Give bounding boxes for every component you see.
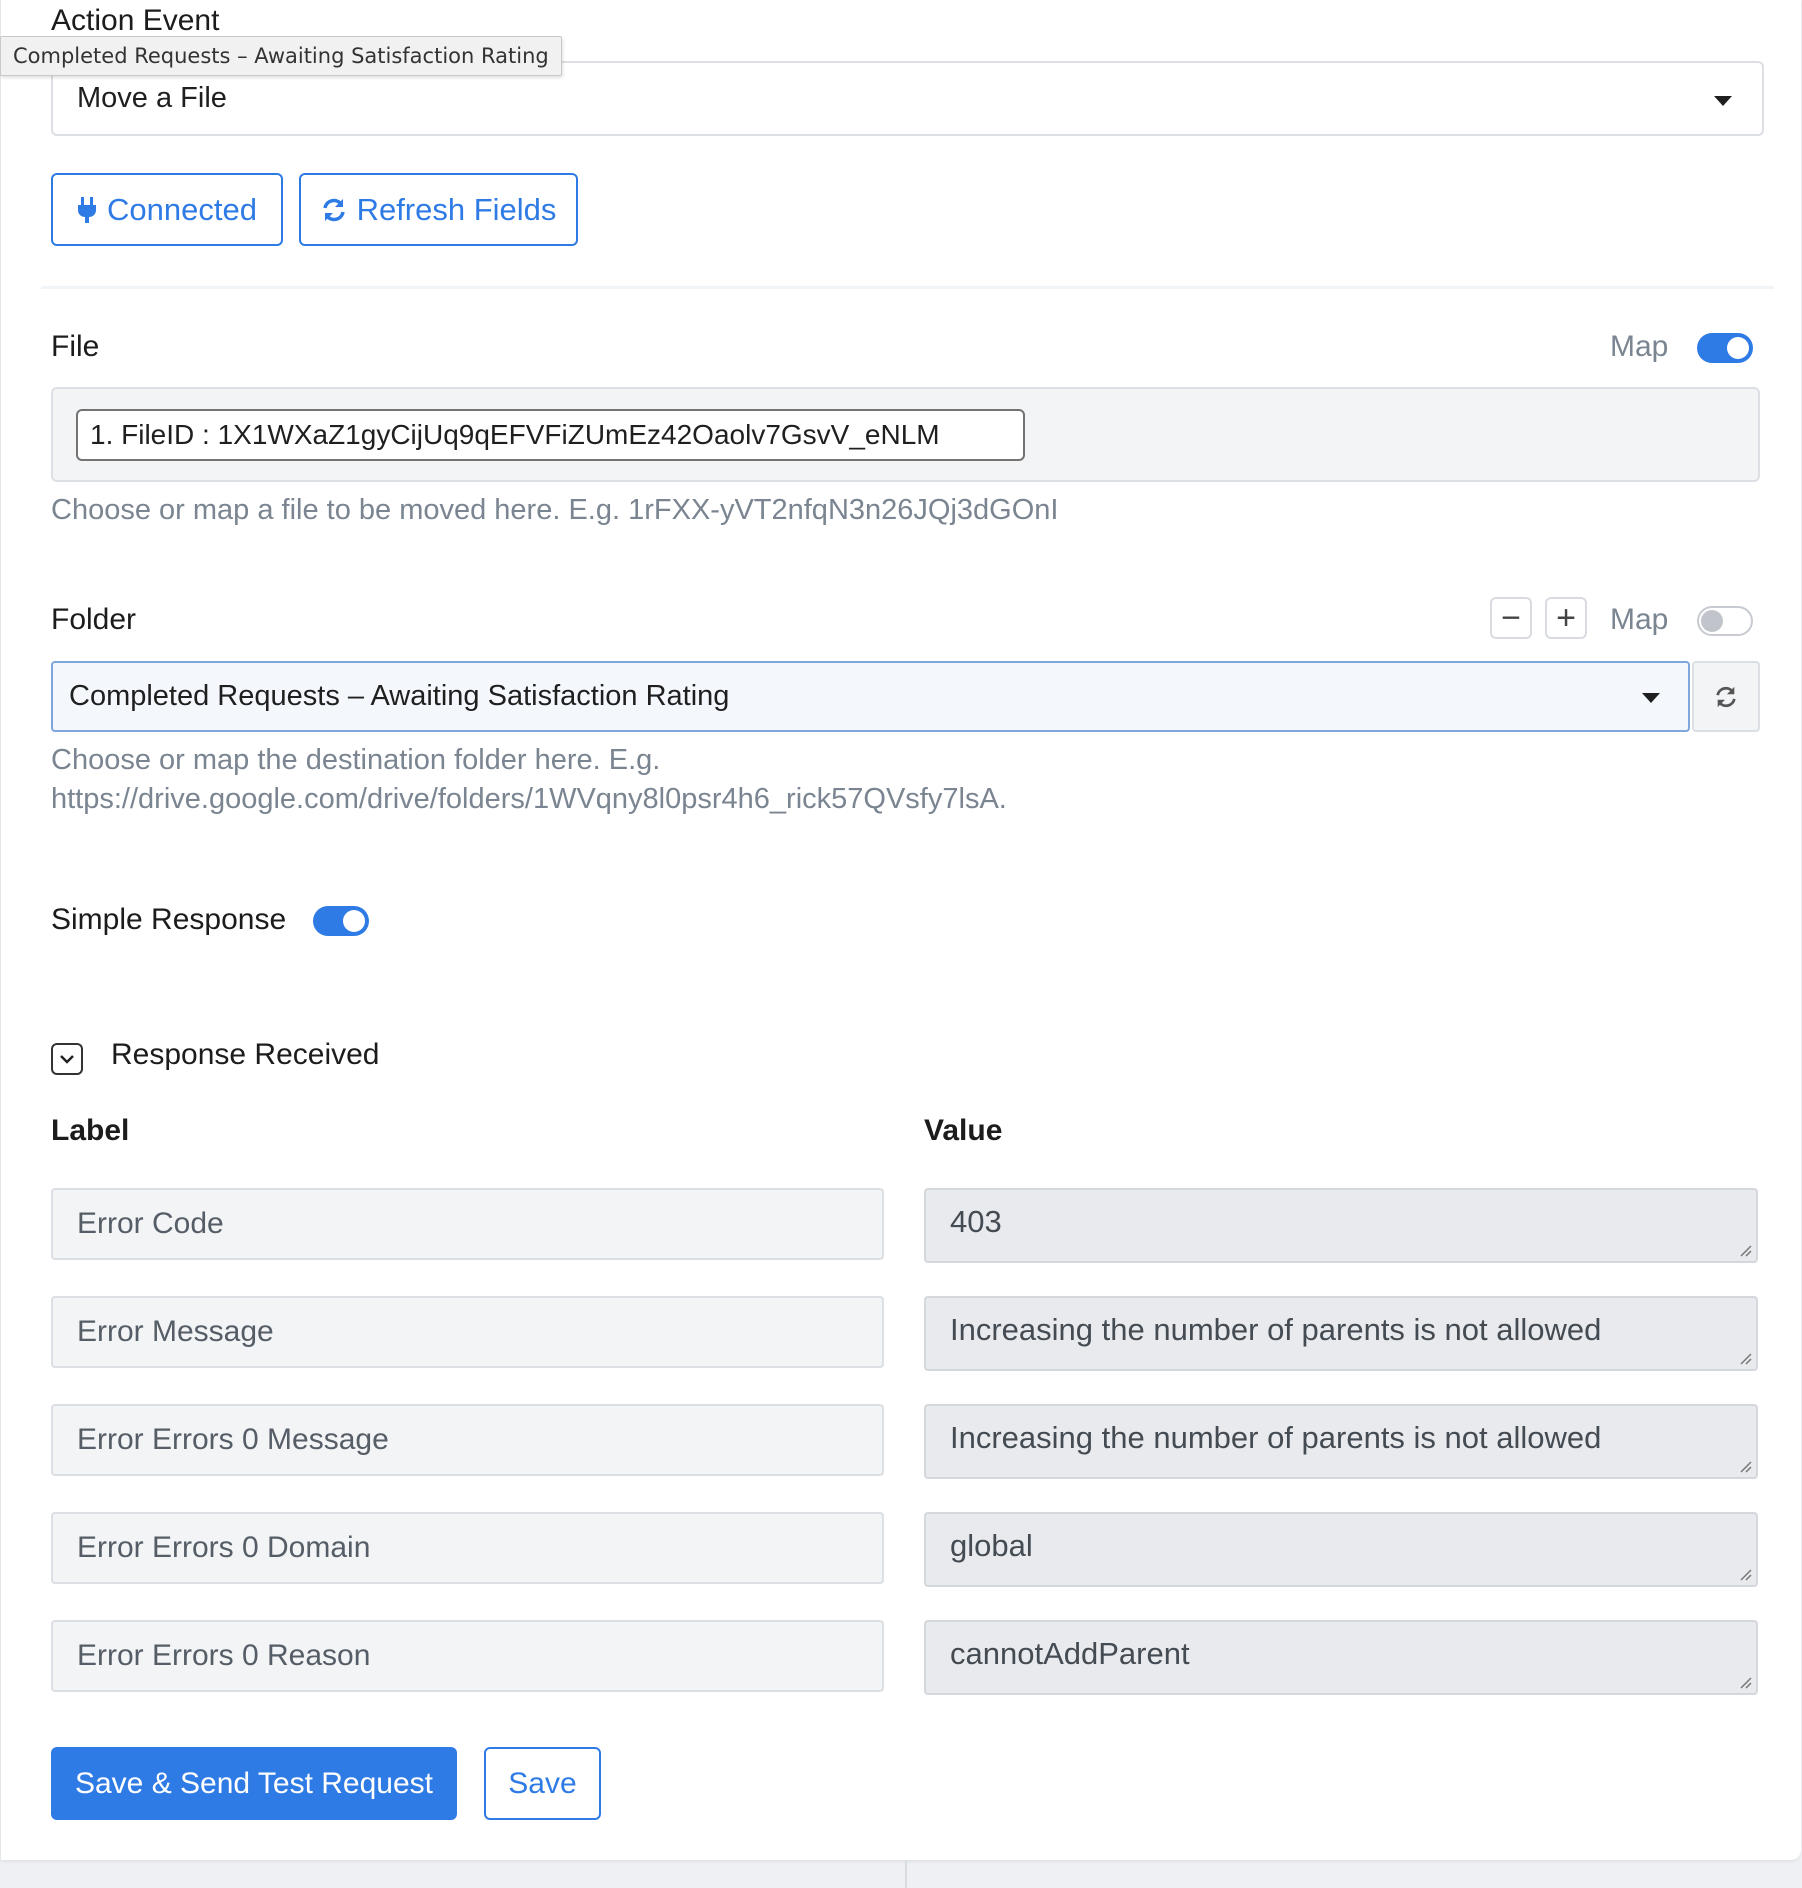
file-mapped-field[interactable]: 1. FileID : 1X1WXaZ1gyCijUq9qEFVFiZUmEz4…	[51, 387, 1760, 482]
folder-map-label: Map	[1610, 603, 1669, 636]
connected-button-label: Connected	[107, 191, 257, 227]
toggle-knob	[1727, 337, 1749, 359]
file-label: File	[51, 330, 100, 363]
plug-icon	[78, 196, 97, 223]
response-value-text: 403	[950, 1204, 1002, 1239]
action-event-label: Action Event	[51, 4, 220, 37]
response-value-field[interactable]: Increasing the number of parents is not …	[924, 1404, 1758, 1479]
response-value-text: global	[950, 1528, 1033, 1563]
response-label-field[interactable]: Error Message	[51, 1296, 884, 1368]
response-received-title: Response Received	[111, 1038, 380, 1071]
response-collapse-button[interactable]	[51, 1043, 83, 1075]
response-value-field[interactable]: 403	[924, 1188, 1758, 1263]
response-value-text: Increasing the number of parents is not …	[950, 1420, 1602, 1455]
simple-response-toggle[interactable]	[313, 906, 369, 936]
save-send-test-button[interactable]: Save & Send Test Request	[51, 1747, 457, 1820]
label-column-header: Label	[51, 1114, 130, 1147]
simple-response-label: Simple Response	[51, 903, 287, 936]
response-value-field[interactable]: cannotAddParent	[924, 1620, 1758, 1695]
resize-grip-icon	[1740, 1461, 1752, 1473]
caret-down-icon	[1714, 96, 1732, 106]
connected-button[interactable]: Connected	[51, 173, 283, 246]
file-id-chip[interactable]: 1. FileID : 1X1WXaZ1gyCijUq9qEFVFiZUmEz4…	[76, 409, 1025, 461]
action-event-value: Move a File	[77, 82, 227, 114]
folder-select[interactable]: Completed Requests – Awaiting Satisfacti…	[51, 661, 1690, 732]
bottom-divider	[905, 1860, 907, 1888]
toggle-knob	[343, 910, 365, 932]
folder-plus-button[interactable]: +	[1545, 597, 1587, 639]
resize-grip-icon	[1740, 1353, 1752, 1365]
folder-map-toggle[interactable]	[1697, 606, 1753, 636]
response-value-text: Increasing the number of parents is not …	[950, 1312, 1602, 1347]
refresh-icon	[1716, 686, 1736, 707]
folder-tooltip: Completed Requests – Awaiting Satisfacti…	[0, 36, 562, 76]
folder-select-value: Completed Requests – Awaiting Satisfacti…	[69, 680, 730, 712]
value-column-header: Value	[924, 1114, 1003, 1147]
refresh-fields-label: Refresh Fields	[356, 191, 557, 227]
response-label-field[interactable]: Error Errors 0 Domain	[51, 1512, 884, 1584]
resize-grip-icon	[1740, 1569, 1752, 1581]
folder-label: Folder	[51, 603, 137, 636]
response-value-field[interactable]: Increasing the number of parents is not …	[924, 1296, 1758, 1371]
response-value-text: cannotAddParent	[950, 1636, 1190, 1671]
toggle-knob	[1701, 610, 1723, 632]
file-map-label: Map	[1610, 330, 1669, 363]
chevron-down-icon	[60, 1055, 74, 1064]
resize-grip-icon	[1740, 1677, 1752, 1689]
folder-refresh-button[interactable]	[1692, 661, 1760, 732]
sync-icon	[322, 198, 345, 221]
folder-minus-button[interactable]: −	[1490, 597, 1532, 639]
section-divider	[41, 286, 1774, 289]
response-label-field[interactable]: Error Errors 0 Reason	[51, 1620, 884, 1692]
refresh-fields-button[interactable]: Refresh Fields	[299, 173, 578, 246]
caret-down-icon	[1642, 693, 1660, 703]
save-button[interactable]: Save	[484, 1747, 601, 1820]
resize-grip-icon	[1740, 1245, 1752, 1257]
response-label-field[interactable]: Error Errors 0 Message	[51, 1404, 884, 1476]
folder-help-line1: Choose or map the destination folder her…	[51, 744, 661, 776]
response-value-field[interactable]: global	[924, 1512, 1758, 1587]
response-label-field[interactable]: Error Code	[51, 1188, 884, 1260]
folder-help-line2: https://drive.google.com/drive/folders/1…	[51, 783, 1007, 815]
file-help-text: Choose or map a file to be moved here. E…	[51, 494, 1059, 526]
file-map-toggle[interactable]	[1697, 333, 1753, 363]
